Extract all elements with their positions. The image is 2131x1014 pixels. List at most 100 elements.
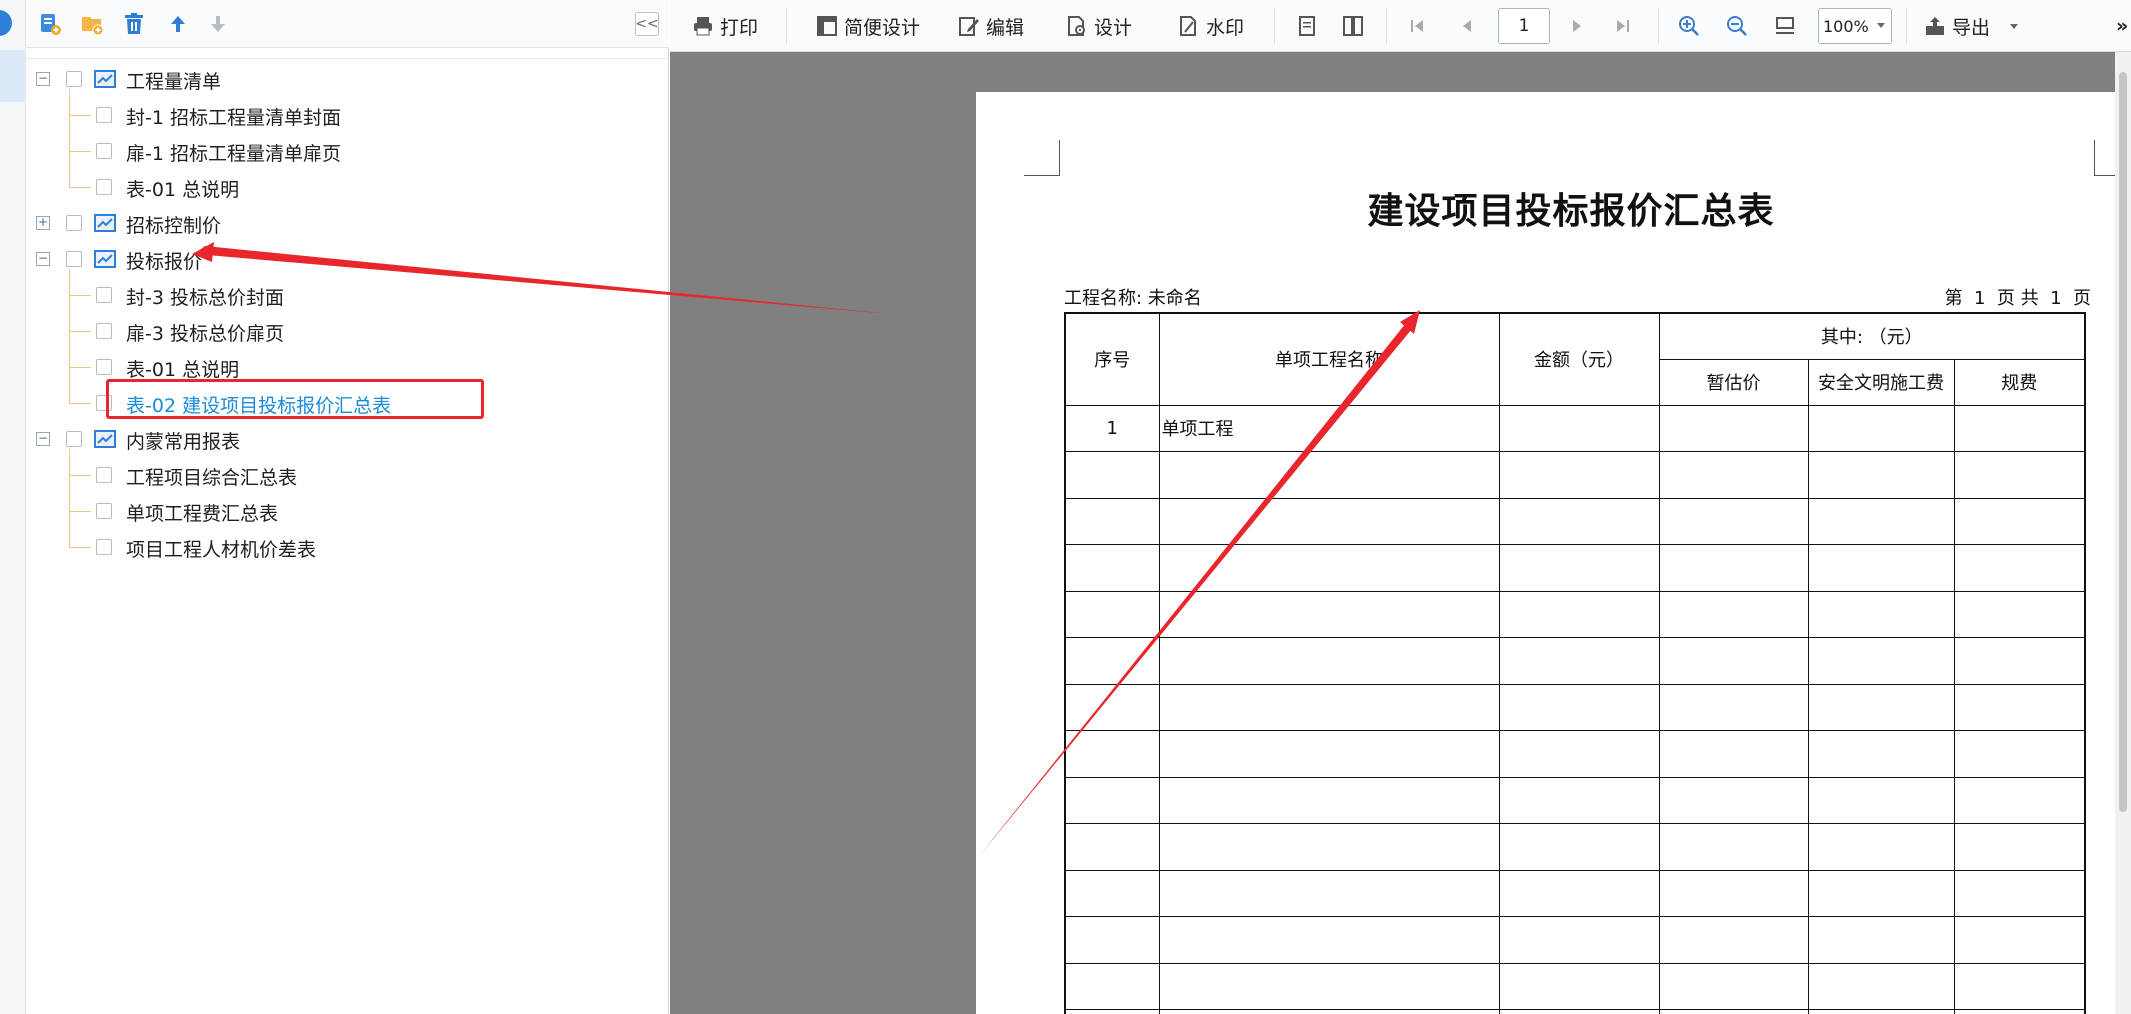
- collapse-icon[interactable]: −: [36, 72, 50, 86]
- scrollbar-thumb[interactable]: [2119, 72, 2127, 812]
- export-label: 导出: [1952, 16, 1991, 39]
- export-button[interactable]: 导出: [1924, 0, 1990, 52]
- tree-item[interactable]: 封-3 投标总价封面: [26, 277, 666, 313]
- empty-cell: [1498, 916, 1660, 964]
- edge-selected-tab[interactable]: [0, 50, 26, 102]
- tree-item[interactable]: 项目工程人材机价差表: [26, 529, 666, 565]
- tree-checkbox[interactable]: [96, 359, 112, 375]
- tree-checkbox[interactable]: [96, 287, 112, 303]
- empty-cell: [1158, 776, 1500, 824]
- edit-button[interactable]: 编辑: [958, 0, 1024, 52]
- page-number-input[interactable]: 1: [1498, 8, 1550, 44]
- tree-item[interactable]: 封-1 招标工程量清单封面: [26, 97, 666, 133]
- empty-cell: [1064, 1009, 1160, 1014]
- empty-cell: [1498, 451, 1660, 499]
- vertical-scrollbar[interactable]: [2115, 52, 2131, 1014]
- tree-folder[interactable]: − 工程量清单: [26, 61, 666, 97]
- empty-cell: [1658, 823, 1809, 871]
- empty-cell: [1158, 823, 1500, 871]
- empty-cell: [1064, 869, 1160, 917]
- empty-cell: [1064, 776, 1160, 824]
- single-page-view-button[interactable]: [1296, 0, 1324, 52]
- tree-checkbox[interactable]: [66, 251, 82, 267]
- print-button[interactable]: 打印: [692, 0, 758, 52]
- next-page-button[interactable]: [1568, 0, 1592, 52]
- tree-checkbox[interactable]: [66, 71, 82, 87]
- tree-checkbox[interactable]: [96, 503, 112, 519]
- export-dropdown-button[interactable]: [2010, 0, 2018, 52]
- tree-folder[interactable]: + 招标控制价: [26, 205, 666, 241]
- tree-item-label: 表-01 总说明: [126, 179, 240, 201]
- tree-checkbox[interactable]: [66, 431, 82, 447]
- layout-icon: [817, 16, 837, 36]
- add-folder-icon[interactable]: [78, 10, 106, 38]
- empty-cell: [1158, 730, 1500, 778]
- empty-cell: [1498, 823, 1660, 871]
- more-button[interactable]: »: [2116, 0, 2128, 52]
- empty-cell: [1158, 916, 1500, 964]
- zoom-select[interactable]: 100%: [1818, 8, 1892, 44]
- tree-folder-label: 工程量清单: [126, 71, 222, 93]
- tree-item[interactable]: 工程项目综合汇总表: [26, 457, 666, 493]
- tree-checkbox[interactable]: [96, 323, 112, 339]
- tree-item-label: 表-01 总说明: [126, 359, 240, 381]
- fit-page-button[interactable]: [1774, 0, 1802, 52]
- zoom-value: 100%: [1823, 16, 1869, 36]
- empty-cell: [1498, 590, 1660, 638]
- tree-checkbox[interactable]: [96, 107, 112, 123]
- tree-checkbox[interactable]: [66, 215, 82, 231]
- tree-item[interactable]: 扉-1 招标工程量清单扉页: [26, 133, 666, 169]
- tree-checkbox[interactable]: [96, 179, 112, 195]
- table-row: [1064, 637, 2086, 685]
- empty-cell: [1158, 637, 1500, 685]
- report-folder-icon: [94, 213, 116, 233]
- zoom-out-button[interactable]: [1726, 0, 1754, 52]
- zoom-in-button[interactable]: [1678, 0, 1706, 52]
- tree-folder[interactable]: − 内蒙常用报表: [26, 421, 666, 457]
- empty-cell: [1158, 962, 1500, 1010]
- collapse-icon[interactable]: −: [36, 432, 50, 446]
- empty-cell: [1953, 730, 2086, 778]
- table-row: [1064, 590, 2086, 638]
- empty-cell: [1953, 823, 2086, 871]
- add-report-icon[interactable]: [36, 10, 64, 38]
- collapse-panel-button[interactable]: <<: [635, 12, 659, 36]
- last-page-button[interactable]: [1614, 0, 1638, 52]
- table-row: [1064, 451, 2086, 499]
- expand-icon[interactable]: +: [36, 216, 50, 230]
- empty-cell: [1807, 590, 1955, 638]
- move-down-icon[interactable]: [204, 10, 232, 38]
- two-page-view-button[interactable]: [1342, 0, 1370, 52]
- tree-checkbox[interactable]: [96, 467, 112, 483]
- project-name: 工程名称: 未命名: [1064, 288, 1202, 309]
- tree-item[interactable]: 表-01 总说明: [26, 169, 666, 205]
- table-row: [1064, 1009, 2086, 1014]
- table-row: [1064, 497, 2086, 545]
- prev-page-button[interactable]: [1458, 0, 1482, 52]
- watermark-button[interactable]: 水印: [1178, 0, 1244, 52]
- fit-width-icon: [1776, 17, 1794, 34]
- collapse-icon[interactable]: −: [36, 252, 50, 266]
- print-preview-area[interactable]: 建设项目投标报价汇总表 工程名称: 未命名 第 1 页 共 1 页 序号 单项工…: [670, 52, 2131, 1014]
- tree-checkbox[interactable]: [96, 143, 112, 159]
- edit-icon: [959, 17, 979, 36]
- empty-cell: [1658, 497, 1809, 545]
- tree-item[interactable]: 单项工程费汇总表: [26, 493, 666, 529]
- design-label: 设计: [1094, 16, 1133, 39]
- first-page-button[interactable]: [1408, 0, 1432, 52]
- design-button[interactable]: 设计: [1066, 0, 1132, 52]
- empty-cell: [1498, 869, 1660, 917]
- delete-icon[interactable]: [120, 10, 148, 38]
- empty-cell: [1158, 497, 1500, 545]
- empty-cell: [1807, 451, 1955, 499]
- tree-folder[interactable]: − 投标报价: [26, 241, 666, 277]
- simple-design-button[interactable]: 简便设计: [816, 0, 920, 52]
- design-gear-icon: [1068, 16, 1085, 36]
- table-row: 1 单项工程: [1064, 404, 2086, 452]
- simple-design-label: 简便设计: [844, 16, 921, 39]
- tree-checkbox[interactable]: [96, 539, 112, 555]
- header-provisional: 暂估价: [1658, 358, 1809, 406]
- nav-bubble-icon[interactable]: [0, 10, 12, 36]
- tree-item[interactable]: 扉-3 投标总价扉页: [26, 313, 666, 349]
- move-up-icon[interactable]: [164, 10, 192, 38]
